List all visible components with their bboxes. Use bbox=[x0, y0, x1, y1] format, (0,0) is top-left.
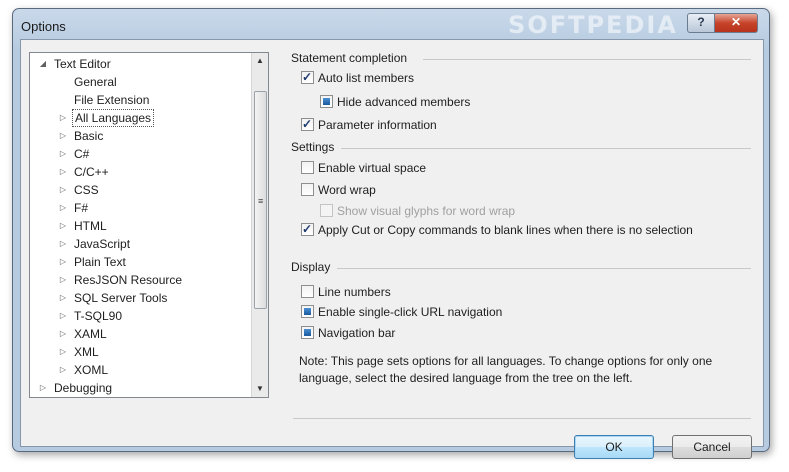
tree-item-label: SQL Server Tools bbox=[74, 291, 168, 305]
group-statement-completion-title: Statement completion bbox=[291, 51, 408, 65]
expand-arrow-icon[interactable]: ▷ bbox=[58, 127, 68, 145]
tree-item-label: All Languages bbox=[72, 109, 155, 127]
tree-item-c-[interactable]: ▷ C# bbox=[30, 145, 250, 163]
tree-item-label: Text Editor bbox=[54, 57, 111, 71]
expand-arrow-icon[interactable]: ▷ bbox=[58, 253, 68, 271]
expand-arrow-icon[interactable]: ▷ bbox=[58, 343, 68, 361]
tree-item-xoml[interactable]: ▷ XOML bbox=[30, 361, 250, 379]
expand-arrow-icon[interactable]: ▷ bbox=[58, 145, 68, 163]
checkbox-label: Show visual glyphs for word wrap bbox=[337, 204, 516, 218]
checkbox-box[interactable] bbox=[301, 116, 314, 132]
tree-item-label: C/C++ bbox=[74, 165, 109, 179]
button-separator bbox=[293, 418, 751, 419]
tree-item-xml[interactable]: ▷ XML bbox=[30, 343, 250, 361]
tree-item-general[interactable]: General bbox=[30, 73, 250, 91]
checkbox-label: Auto list members bbox=[318, 71, 415, 85]
options-dialog: Options SOFTPEDIA ? ✕ ◢ Text Editor Genera… bbox=[12, 8, 770, 459]
tree-item-basic[interactable]: ▷ Basic bbox=[30, 127, 250, 145]
tree-item-plain-text[interactable]: ▷ Plain Text bbox=[30, 253, 250, 271]
tree-item-javascript[interactable]: ▷ JavaScript bbox=[30, 235, 250, 253]
checkbox-label: Enable virtual space bbox=[318, 161, 427, 175]
title-bar[interactable]: Options SOFTPEDIA ? ✕ bbox=[13, 9, 769, 39]
tree-item-debugging[interactable]: ▷ Debugging bbox=[30, 379, 250, 397]
tree-scrollbar[interactable]: ▲ ≡ ▼ bbox=[251, 53, 268, 397]
checkbox-box[interactable] bbox=[320, 95, 333, 108]
checkbox-label: Enable single-click URL navigation bbox=[318, 305, 503, 319]
tree-item-f-[interactable]: ▷ F# bbox=[30, 199, 250, 217]
tree-item-label: File Extension bbox=[74, 93, 150, 107]
expand-arrow-icon[interactable]: ▷ bbox=[58, 199, 68, 217]
tree-item-css[interactable]: ▷ CSS bbox=[30, 181, 250, 199]
expand-arrow-icon[interactable]: ▷ bbox=[58, 217, 68, 235]
checkbox-box[interactable] bbox=[301, 285, 314, 298]
close-button[interactable]: ✕ bbox=[714, 13, 758, 33]
tree-item-all-languages[interactable]: ▷ All Languages bbox=[30, 109, 250, 127]
tree-item-label: Debugging bbox=[54, 381, 113, 395]
checkbox-box[interactable] bbox=[301, 326, 314, 339]
ok-button[interactable]: OK bbox=[574, 435, 654, 459]
checkbox-box[interactable] bbox=[301, 221, 314, 237]
group-display-title: Display bbox=[291, 260, 331, 274]
group-divider bbox=[341, 148, 751, 149]
tree-item-text-editor[interactable]: ◢ Text Editor bbox=[30, 55, 250, 73]
tree-item-label: T-SQL90 bbox=[74, 309, 123, 323]
expand-arrow-icon[interactable]: ▷ bbox=[58, 271, 68, 289]
grip-icon: ≡ bbox=[258, 196, 264, 206]
expand-arrow-icon[interactable]: ▷ bbox=[58, 181, 68, 199]
help-button[interactable]: ? bbox=[687, 13, 715, 33]
tree-item-label: F# bbox=[74, 201, 89, 215]
group-divider bbox=[337, 268, 751, 269]
scroll-down-icon[interactable]: ▼ bbox=[252, 381, 268, 397]
tree-item-label: XML bbox=[74, 345, 99, 359]
tree-item-label: C# bbox=[74, 147, 90, 161]
info-note: Note: This page sets options for all lan… bbox=[299, 354, 713, 385]
group-divider bbox=[423, 59, 751, 60]
scroll-up-icon[interactable]: ▲ bbox=[252, 53, 268, 69]
checkbox-label: Word wrap bbox=[318, 183, 376, 197]
window-title: Options bbox=[21, 19, 66, 34]
dialog-body: ◢ Text Editor General File Extension ▷ All La… bbox=[20, 39, 764, 459]
checkbox-label: Navigation bar bbox=[318, 326, 396, 340]
tree-item-label: XOML bbox=[74, 363, 109, 377]
watermark-logo: SOFTPEDIA bbox=[508, 11, 678, 39]
checkbox-box[interactable] bbox=[320, 204, 333, 217]
checkbox-box[interactable] bbox=[301, 183, 314, 196]
expand-arrow-icon[interactable]: ▷ bbox=[58, 307, 68, 325]
checkbox-box[interactable] bbox=[301, 161, 314, 174]
tree-item-c-c-[interactable]: ▷ C/C++ bbox=[30, 163, 250, 181]
tree-item-sql-server-tools[interactable]: ▷ SQL Server Tools bbox=[30, 289, 250, 307]
tree-item-t-sql90[interactable]: ▷ T-SQL90 bbox=[30, 307, 250, 325]
tree-item-label: General bbox=[74, 75, 117, 89]
tree-item-html[interactable]: ▷ HTML bbox=[30, 217, 250, 235]
expand-arrow-icon[interactable]: ▷ bbox=[58, 109, 68, 127]
tree-item-label: XAML bbox=[74, 327, 107, 341]
tree-item-label: ResJSON Resource bbox=[74, 273, 183, 287]
cancel-button[interactable]: Cancel bbox=[672, 435, 752, 459]
expand-arrow-icon[interactable]: ▷ bbox=[58, 289, 68, 307]
expand-arrow-icon[interactable]: ▷ bbox=[58, 325, 68, 343]
tree-item-label: HTML bbox=[74, 219, 107, 233]
expand-arrow-icon[interactable]: ▷ bbox=[58, 235, 68, 253]
expand-arrow-icon[interactable]: ▷ bbox=[58, 361, 68, 379]
checkbox-label: Hide advanced members bbox=[337, 95, 471, 109]
group-settings-title: Settings bbox=[291, 140, 335, 154]
tree-item-file-extension[interactable]: File Extension bbox=[30, 91, 250, 109]
tree-item-label: JavaScript bbox=[74, 237, 131, 251]
checkbox-label: Parameter information bbox=[318, 118, 437, 132]
expand-arrow-icon[interactable]: ▷ bbox=[38, 379, 48, 397]
checkbox-label: Line numbers bbox=[318, 285, 391, 299]
checkbox-label: Apply Cut or Copy commands to blank line… bbox=[318, 223, 693, 237]
tree-item-label: Plain Text bbox=[74, 255, 126, 269]
tree-item-resjson-resource[interactable]: ▷ ResJSON Resource bbox=[30, 271, 250, 289]
expand-arrow-icon[interactable]: ▷ bbox=[58, 163, 68, 181]
tree-item-label: CSS bbox=[74, 183, 99, 197]
checkbox-box[interactable] bbox=[301, 69, 314, 85]
checkbox-box[interactable] bbox=[301, 305, 314, 318]
tree-item-xaml[interactable]: ▷ XAML bbox=[30, 325, 250, 343]
scroll-thumb[interactable]: ≡ bbox=[254, 91, 267, 309]
options-tree[interactable]: ◢ Text Editor General File Extension ▷ All La… bbox=[29, 52, 269, 398]
collapse-arrow-icon[interactable]: ◢ bbox=[38, 55, 48, 73]
tree-item-label: Basic bbox=[74, 129, 104, 143]
